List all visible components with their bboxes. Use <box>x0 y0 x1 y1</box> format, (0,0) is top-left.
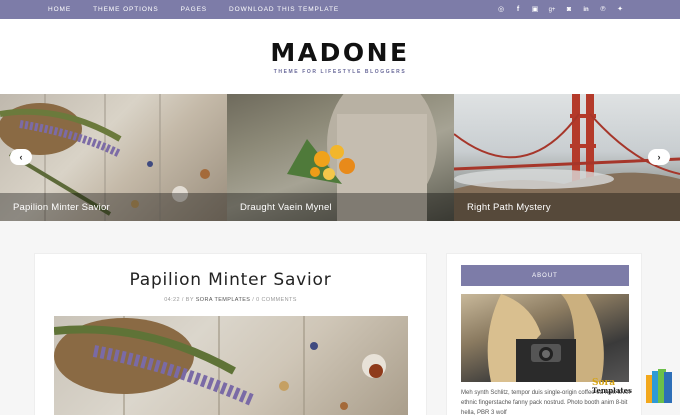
slide-caption[interactable]: Draught Vaein Mynel <box>227 193 454 221</box>
post-title[interactable]: Papilion Minter Savior <box>35 270 426 290</box>
twitter-icon[interactable]: ✦ <box>616 6 624 14</box>
slider-prev-button[interactable]: ‹ <box>10 149 32 165</box>
post-image-artwork <box>54 316 386 415</box>
dribbble-icon[interactable]: ◎ <box>497 6 505 14</box>
instagram-icon[interactable]: ◙ <box>565 6 573 14</box>
watermark-text: Sora Templates <box>592 379 632 395</box>
post-date: 04:22 <box>164 297 180 303</box>
sora-templates-watermark: Sora Templates <box>590 367 678 405</box>
about-widget-title: ABOUT <box>461 265 629 286</box>
facebook-icon[interactable]: f <box>514 6 522 14</box>
nav-item-download-template[interactable]: DOWNLOAD THIS TEMPLATE <box>229 6 339 13</box>
site-header: MADONE THEME FOR LIFESTYLE BLOGGERS <box>0 19 680 94</box>
nav-item-home[interactable]: HOME <box>48 6 71 13</box>
featured-slider: Papilion Minter Savior Draught Vaein Myn… <box>0 94 680 221</box>
slide-item[interactable]: Papilion Minter Savior <box>0 94 227 221</box>
main-menu: HOME THEME OPTIONS PAGES DOWNLOAD THIS T… <box>48 6 339 13</box>
slide-item[interactable]: Draught Vaein Mynel <box>227 94 454 221</box>
flickr-icon[interactable]: ▣ <box>531 6 539 14</box>
post-author-prefix: / BY <box>181 297 194 303</box>
linkedin-icon[interactable]: in <box>582 6 590 14</box>
google-plus-icon[interactable]: g+ <box>548 6 556 14</box>
slide-caption[interactable]: Papilion Minter Savior <box>0 193 227 221</box>
post-card: Papilion Minter Savior 04:22 / BY SORA T… <box>34 253 427 415</box>
nav-item-pages[interactable]: PAGES <box>181 6 207 13</box>
pinterest-icon[interactable]: ℗ <box>599 6 607 14</box>
slide-caption[interactable]: Right Path Mystery <box>454 193 680 221</box>
social-links: ◎ f ▣ g+ ◙ in ℗ ✦ <box>497 6 624 14</box>
top-navigation-bar: HOME THEME OPTIONS PAGES DOWNLOAD THIS T… <box>0 0 680 19</box>
chevron-left-icon: ‹ <box>19 152 23 162</box>
slide-item[interactable]: Right Path Mystery <box>454 94 680 221</box>
post-author[interactable]: SORA TEMPLATES <box>196 297 251 303</box>
site-tagline: THEME FOR LIFESTYLE BLOGGERS <box>273 69 407 75</box>
chevron-right-icon: › <box>657 152 661 162</box>
watermark-line2: Templates <box>592 386 632 395</box>
nav-item-theme-options[interactable]: THEME OPTIONS <box>93 6 159 13</box>
site-logo[interactable]: MADONE <box>270 38 409 67</box>
post-comments[interactable]: / 0 COMMENTS <box>252 297 297 303</box>
post-featured-image[interactable] <box>54 316 408 415</box>
slider-next-button[interactable]: › <box>648 149 670 165</box>
post-meta: 04:22 / BY SORA TEMPLATES / 0 COMMENTS <box>35 297 426 303</box>
